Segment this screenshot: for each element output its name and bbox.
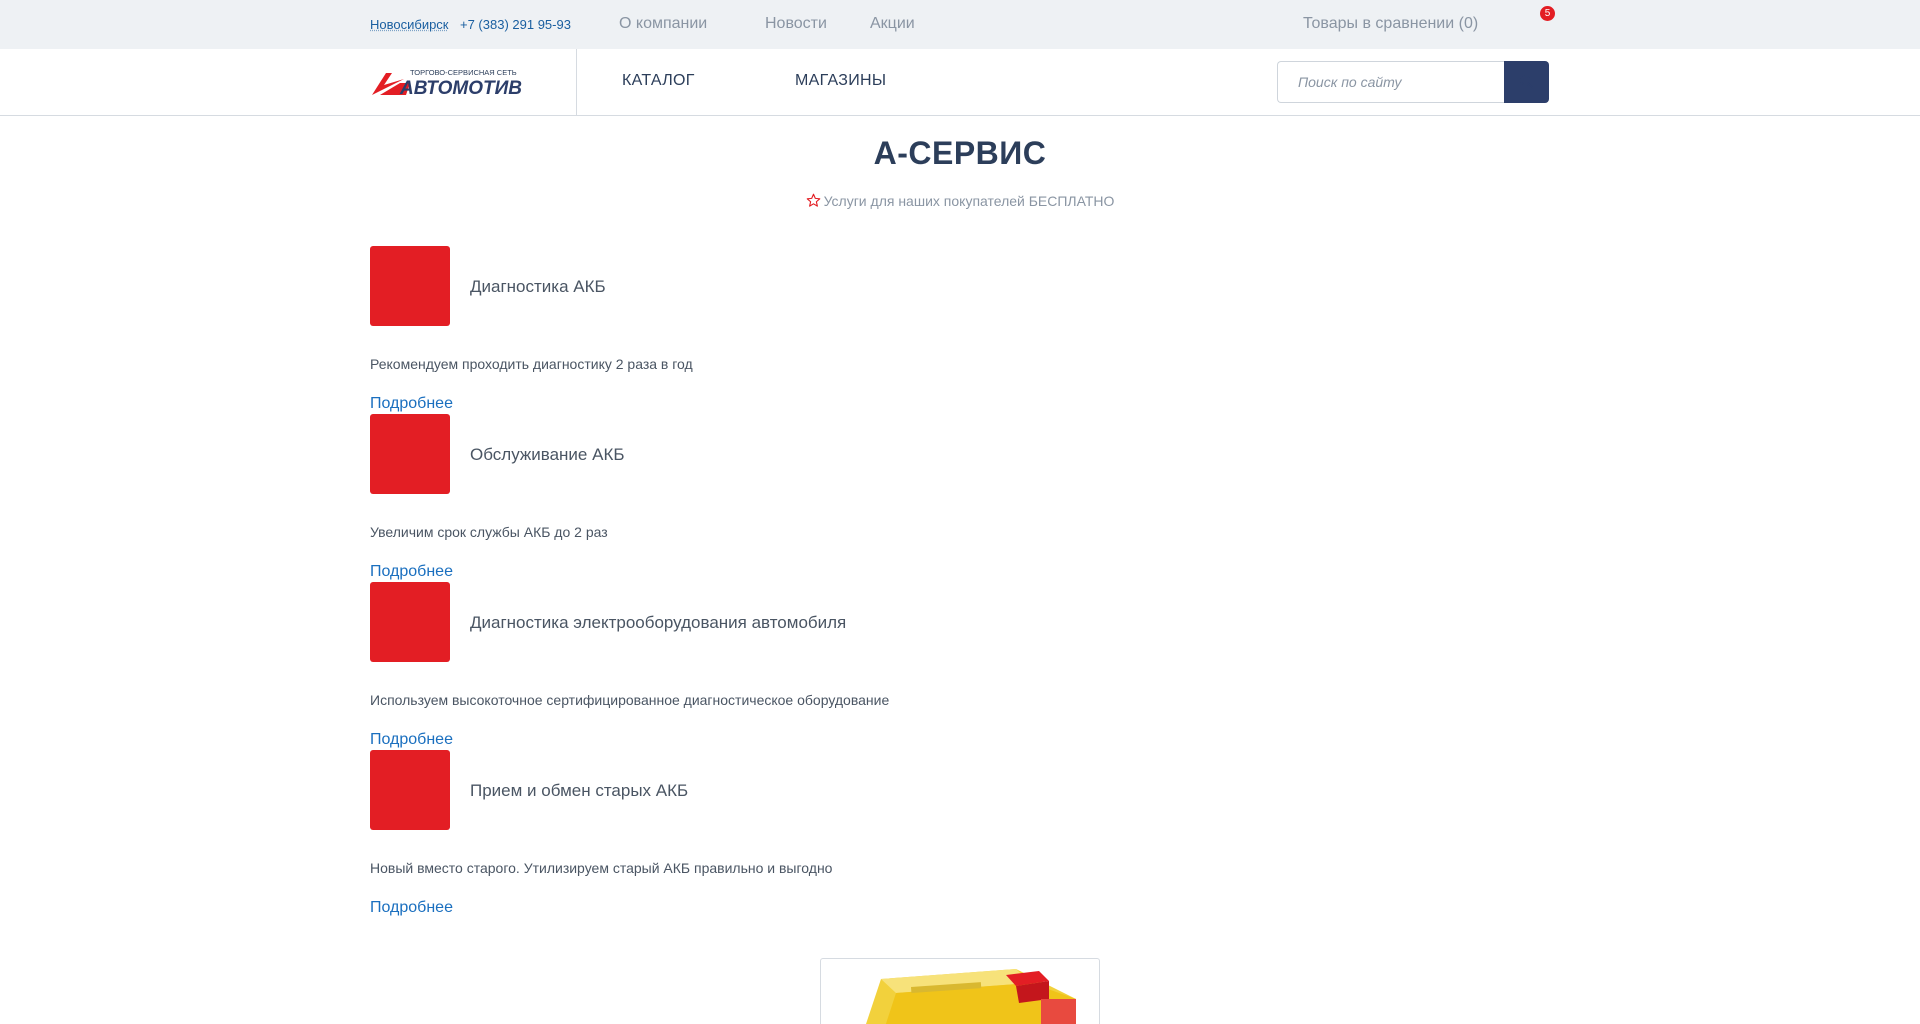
- topnav-about[interactable]: О компании: [619, 15, 707, 33]
- search-button[interactable]: [1504, 61, 1549, 103]
- service-description: Рекомендуем проходить диагностику 2 раза…: [370, 356, 693, 372]
- service-description: Используем высокоточное сертифицированно…: [370, 692, 890, 708]
- nav-stores[interactable]: МАГАЗИНЫ: [795, 72, 886, 90]
- service-item: Прием и обмен старых АКБ Новый вместо ст…: [370, 750, 1270, 918]
- city-selector[interactable]: Новосибирск: [370, 17, 449, 32]
- service-title: Прием и обмен старых АКБ: [470, 781, 689, 800]
- phone-number[interactable]: +7 (383) 291 95-93: [460, 17, 571, 32]
- service-more-link[interactable]: Подробнее: [370, 395, 453, 413]
- service-description: Увеличим срок службы АКБ до 2 раз: [370, 524, 608, 540]
- compare-link[interactable]: Товары в сравнении (0): [1303, 15, 1478, 33]
- battery-image: [866, 969, 1076, 1024]
- service-more-link[interactable]: Подробнее: [370, 731, 453, 749]
- service-icon: [370, 582, 450, 662]
- service-item: Диагностика электрооборудования автомоби…: [370, 582, 1270, 750]
- topnav-news[interactable]: Новости: [765, 15, 827, 33]
- star-outline-icon: [806, 193, 820, 207]
- page-subtitle: Услуги для наших покупателей БЕСПЛАТНО: [0, 193, 1920, 209]
- logo[interactable]: ТОРГОВО-СЕРВИСНАЯ СЕТЬ АВТОМОТИВ: [370, 67, 556, 99]
- service-item: Обслуживание АКБ Увеличим срок службы АК…: [370, 414, 1270, 582]
- service-title: Диагностика АКБ: [470, 277, 606, 296]
- search-icon: [1519, 75, 1534, 89]
- service-icon: [370, 750, 450, 830]
- product-card[interactable]: [820, 958, 1100, 1024]
- logo-wordmark: АВТОМОТИВ: [399, 78, 522, 97]
- page-title: А-СЕРВИС: [873, 135, 1047, 171]
- search-input[interactable]: [1277, 61, 1505, 103]
- service-title: Диагностика электрооборудования автомоби…: [470, 613, 847, 632]
- logo-image: ТОРГОВО-СЕРВИСНАЯ СЕТЬ АВТОМОТИВ: [372, 68, 522, 99]
- service-item: Диагностика АКБ Рекомендуем проходить ди…: [370, 246, 1270, 414]
- service-description: Новый вместо старого. Утилизируем старый…: [370, 860, 833, 876]
- service-icon: [370, 414, 450, 494]
- nav-catalog[interactable]: КАТАЛОГ: [622, 72, 695, 90]
- cart-count-badge[interactable]: 5: [1540, 6, 1555, 21]
- service-more-link[interactable]: Подробнее: [370, 563, 453, 581]
- service-title: Обслуживание АКБ: [470, 445, 625, 464]
- main-header: ТОРГОВО-СЕРВИСНАЯ СЕТЬ АВТОМОТИВ КАТАЛОГ…: [0, 49, 1920, 116]
- subtitle-text: Услуги для наших покупателей БЕСПЛАТНО: [823, 193, 1115, 209]
- header-divider: [576, 49, 577, 115]
- top-bar: Новосибирск +7 (383) 291 95-93 О компани…: [0, 0, 1920, 49]
- topnav-promotions[interactable]: Акции: [870, 15, 915, 33]
- logo-tagline: ТОРГОВО-СЕРВИСНАЯ СЕТЬ: [410, 68, 517, 77]
- service-icon: [370, 246, 450, 326]
- service-more-link[interactable]: Подробнее: [370, 899, 453, 917]
